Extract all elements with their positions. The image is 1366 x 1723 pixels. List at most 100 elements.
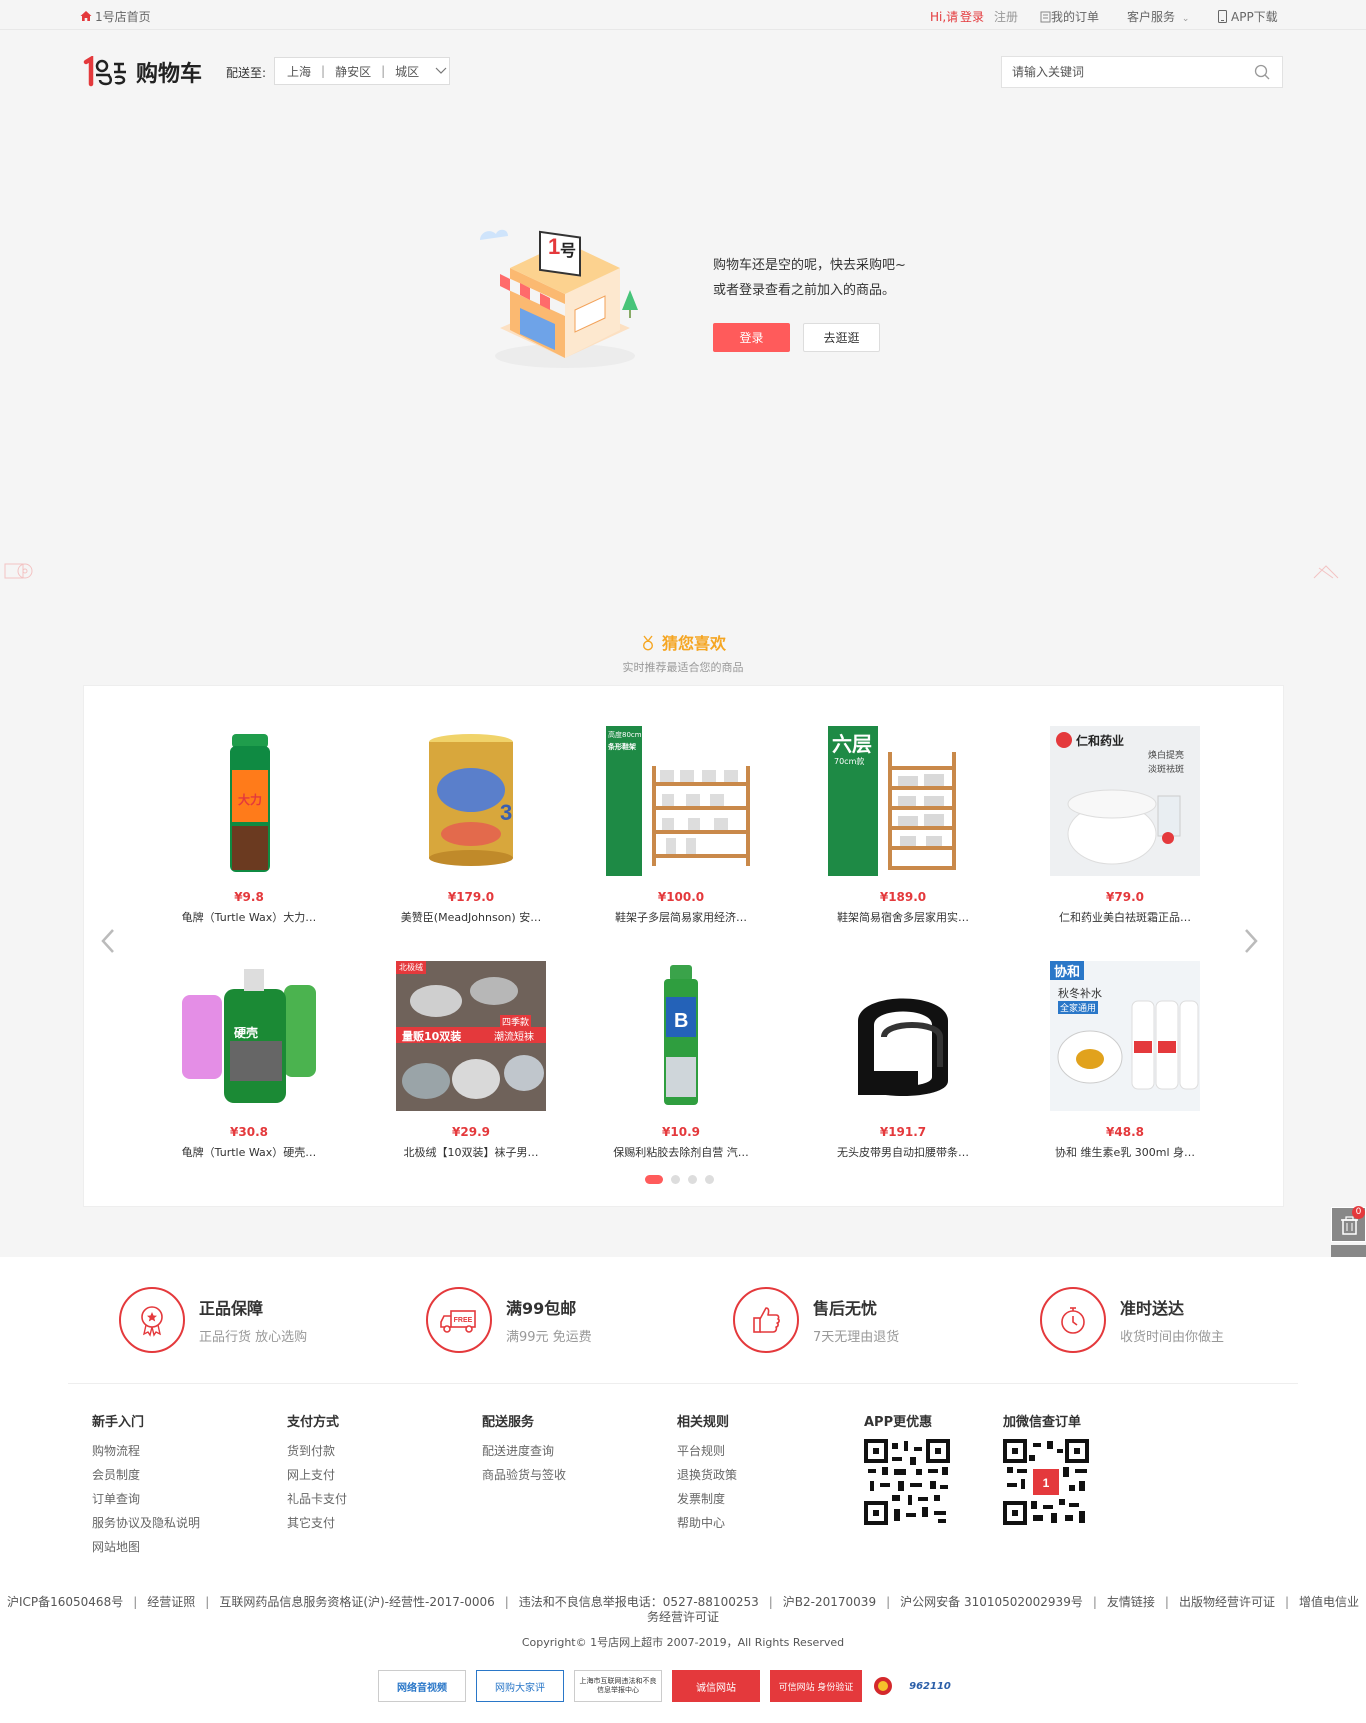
login-button[interactable]: 登录: [713, 323, 790, 352]
search-box: [1001, 56, 1283, 88]
guarantee-on-time: 准时送达 收货时间由你做主: [1040, 1287, 1224, 1353]
product-card[interactable]: 仁和药业 焕白提亮 淡斑祛斑 ¥79.0 仁和药业美白祛斑霜正品…: [1050, 726, 1200, 925]
product-card[interactable]: ¥191.7 无头皮带男自动扣腰带条…: [828, 961, 978, 1160]
legal-link-wrap[interactable]: 务经营许可证: [0, 1608, 1366, 1625]
product-card[interactable]: 3 ¥179.0 美赞臣(MeadJohnson) 安…: [396, 726, 546, 925]
home-icon: [80, 11, 92, 21]
ribbon-icon: [1313, 565, 1339, 579]
customer-service-menu[interactable]: 客户服务 ⌄: [1127, 8, 1189, 25]
svg-text:1: 1: [548, 234, 560, 259]
legal-link[interactable]: 增值电信业: [1299, 1595, 1359, 1609]
top-bar: 1号店首页 Hi,请 登录 注册 我的订单 客户服务 ⌄ APP下载: [0, 0, 1366, 30]
product-image: [828, 961, 978, 1111]
cart-count-badge: 0: [1352, 1206, 1365, 1219]
product-price: ¥179.0: [447, 890, 495, 904]
footer-col-title: 配送服务: [482, 1415, 535, 1430]
product-image: 六层 70cm款: [828, 726, 978, 876]
footer-wechat-qr: 加微信查订单 1: [1003, 1411, 1089, 1525]
product-card[interactable]: 硬壳 ¥30.8 龟牌（Turtle Wax）硬壳…: [174, 961, 324, 1160]
product-card[interactable]: B ¥10.9 保赐利粘胶去除剂自营 汽…: [606, 961, 756, 1160]
legal-link[interactable]: 沪B2-20170039: [783, 1595, 876, 1609]
footer-link[interactable]: 商品验货与签收: [482, 1463, 566, 1487]
trust-badge[interactable]: 网络音视频: [378, 1670, 466, 1702]
login-link[interactable]: 登录: [960, 8, 984, 25]
search-input[interactable]: [1002, 57, 1242, 87]
footer-link[interactable]: 其它支付: [287, 1511, 347, 1535]
trust-badge[interactable]: 网购大家评: [476, 1670, 564, 1702]
thumbs-up-icon: [753, 1307, 780, 1333]
footer-col-beginner: 新手入门 购物流程 会员制度 订单查询 服务协议及隐私说明 网站地图: [92, 1411, 200, 1559]
stopwatch-icon: [1061, 1307, 1085, 1334]
footer-col-title: 加微信查订单: [1003, 1415, 1082, 1430]
go-shopping-button[interactable]: 去逛逛: [803, 323, 880, 352]
carousel-dot[interactable]: [705, 1175, 714, 1184]
recommend-title-text: 猜您喜欢: [661, 634, 726, 653]
svg-text:3: 3: [500, 800, 512, 825]
trust-badge[interactable]: 诚信网站: [672, 1670, 760, 1702]
app-download-label: APP下载: [1231, 10, 1278, 24]
footer-link[interactable]: 配送进度查询: [482, 1439, 566, 1463]
footer-link[interactable]: 礼品卡支付: [287, 1487, 347, 1511]
chevron-down-icon: ⌄: [1181, 14, 1190, 24]
legal-link[interactable]: 沪ICP备16050468号: [7, 1595, 123, 1609]
greeting-text: Hi,请: [930, 10, 959, 24]
carousel-dot[interactable]: [688, 1175, 697, 1184]
guarantee-title: 售后无忧: [813, 1299, 878, 1318]
footer-link[interactable]: 购物流程: [92, 1439, 200, 1463]
home-link[interactable]: 1号店首页: [80, 8, 151, 25]
legal-link[interactable]: 经营证照: [147, 1595, 195, 1609]
product-image: 仁和药业 焕白提亮 淡斑祛斑: [1050, 726, 1200, 876]
my-orders-link[interactable]: 我的订单: [1040, 8, 1099, 25]
product-image-text: 焕白提亮: [1148, 751, 1185, 761]
app-download-link[interactable]: APP下载: [1218, 8, 1278, 25]
footer-link[interactable]: 退换货政策: [677, 1463, 737, 1487]
legal-link[interactable]: 违法和不良信息举报电话：0527-88100253: [519, 1595, 759, 1609]
wechat-qr-code: 1: [1003, 1439, 1089, 1525]
province-label: 上海: [287, 64, 312, 79]
ship-to-selector[interactable]: 上海 | 静安区 | 城区: [274, 57, 450, 85]
guarantee-after-sale: 售后无忧 7天无理由退货: [733, 1287, 899, 1353]
footer-link[interactable]: 货到付款: [287, 1439, 347, 1463]
footer-link[interactable]: 网站地图: [92, 1535, 200, 1559]
my-orders-label: 我的订单: [1051, 10, 1100, 24]
footer-link[interactable]: 平台规则: [677, 1439, 737, 1463]
carousel-dot-active[interactable]: [645, 1175, 663, 1184]
trust-badge[interactable]: 962110: [904, 1670, 956, 1702]
legal-link[interactable]: 友情链接: [1107, 1595, 1155, 1609]
guarantee-free-shipping: FREE 满99包邮 满99元 免运费: [426, 1287, 592, 1353]
customer-service-label: 客户服务: [1127, 10, 1176, 24]
home-link-label: 1号店首页: [95, 10, 151, 24]
site-logo[interactable]: 购物车: [82, 54, 202, 90]
free-label: FREE: [454, 1317, 473, 1324]
search-icon[interactable]: [1254, 64, 1270, 80]
carousel-next-icon[interactable]: [1239, 926, 1261, 956]
product-card[interactable]: 大力 ¥9.8 龟牌（Turtle Wax）大力…: [174, 726, 324, 925]
footer-link[interactable]: 网上支付: [287, 1463, 347, 1487]
footer-link[interactable]: 发票制度: [677, 1487, 737, 1511]
empty-shop-illustration: 1 号: [480, 229, 638, 368]
product-image: 大力: [174, 726, 324, 876]
product-card[interactable]: 高度80cm 条形鞋架 ¥100.0 鞋架子多层简易家用经济…: [606, 726, 756, 925]
carousel-dot[interactable]: [671, 1175, 680, 1184]
footer-link[interactable]: 会员制度: [92, 1463, 200, 1487]
guarantee-icon-wrap: [733, 1287, 799, 1353]
carousel-prev-icon[interactable]: [98, 926, 120, 956]
product-card[interactable]: 协和 秋冬补水 全家通用 ¥48.8 协和 维生素e乳 300ml 身…: [1050, 961, 1200, 1160]
trust-badge[interactable]: 上海市互联网违法和不良信息举报中心: [574, 1670, 662, 1702]
legal-link[interactable]: 出版物经营许可证: [1179, 1595, 1275, 1609]
product-image: 3: [396, 726, 546, 876]
legal-link[interactable]: 互联网药品信息服务资格证(沪)-经营性-2017-0006: [219, 1595, 494, 1609]
product-card[interactable]: 北极绒 四季款 量贩10双装 潮流短袜 ¥29.9 北极绒【10双装】袜子男…: [396, 961, 546, 1160]
trust-badges: 网络音视频 网购大家评 上海市互联网违法和不良信息举报中心 诚信网站 可信网站 …: [378, 1670, 956, 1702]
legal-link[interactable]: 沪公网安备 31010502002939号: [900, 1595, 1083, 1609]
footer-link[interactable]: 帮助中心: [677, 1511, 737, 1535]
footer-link[interactable]: 订单查询: [92, 1487, 200, 1511]
product-price: ¥79.0: [1106, 890, 1144, 904]
side-cart-button[interactable]: 0: [1331, 1206, 1366, 1242]
footer-link[interactable]: 服务协议及隐私说明: [92, 1511, 200, 1535]
product-card[interactable]: 六层 70cm款 ¥189.0 鞋架简易宿舍多层家用实…: [828, 726, 978, 925]
trust-badge[interactable]: 可信网站 身份验证: [770, 1670, 862, 1702]
medal-icon: [642, 635, 653, 651]
product-name: 无头皮带男自动扣腰带条…: [837, 1146, 969, 1159]
register-link[interactable]: 注册: [994, 8, 1018, 25]
